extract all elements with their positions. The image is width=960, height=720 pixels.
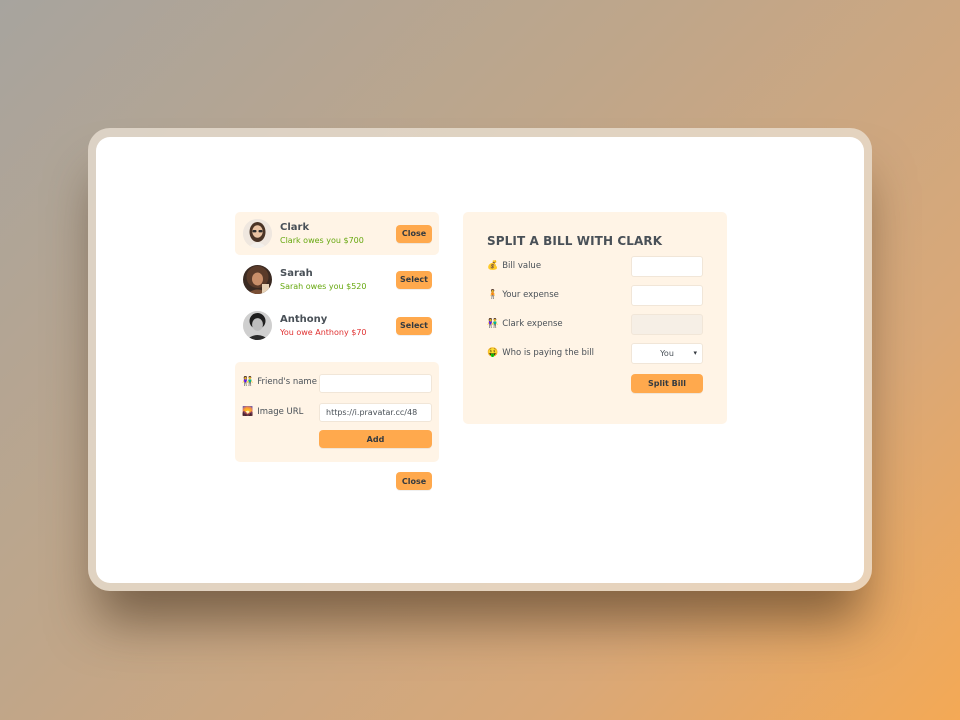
- sidebar: Clark Clark owes you $700 Close Sarah Sa…: [235, 212, 439, 490]
- friend-item-anthony[interactable]: Anthony You owe Anthony $70 Select: [235, 304, 439, 347]
- select-friend-button[interactable]: Select: [396, 270, 432, 289]
- payer-label: Who is paying the bill: [502, 348, 595, 358]
- chevron-down-icon: ▾: [693, 348, 697, 357]
- your-expense-label: Your expense: [502, 290, 559, 300]
- payer-selected-value: You: [660, 348, 674, 358]
- your-expense-input[interactable]: [631, 284, 703, 306]
- friend-name: Clark: [280, 222, 310, 234]
- bill-value-label: Bill value: [502, 261, 542, 271]
- landscape-icon: 🌄: [242, 406, 254, 417]
- money-face-icon: 🤑: [487, 348, 499, 358]
- avatar: [243, 311, 272, 340]
- add-friend-form: 👫 Friend's name 🌄 Image URL https://i.prav…: [235, 362, 439, 462]
- friend-balance: Sarah owes you $520: [280, 281, 367, 291]
- image-url-input[interactable]: https://i.pravatar.cc/48: [319, 403, 432, 422]
- bill-value-input[interactable]: [631, 255, 703, 277]
- friend-expense-label: Clark expense: [502, 319, 563, 329]
- close-form-button[interactable]: Close: [396, 472, 432, 490]
- split-bill-form: SPLIT A BILL WITH CLARK 💰 Bill value 🧍 You…: [463, 212, 727, 424]
- friend-item-sarah[interactable]: Sarah Sarah owes you $520 Select: [235, 258, 439, 301]
- friend-expense-input: [631, 313, 703, 335]
- friend-name: Anthony: [280, 314, 328, 326]
- friend-name: Sarah: [280, 268, 313, 280]
- close-friend-button[interactable]: Close: [396, 224, 432, 243]
- friend-balance: Clark owes you $700: [280, 235, 364, 245]
- money-bag-icon: 💰: [487, 261, 499, 271]
- friend-item-clark[interactable]: Clark Clark owes you $700 Close: [235, 212, 439, 255]
- person-icon: 🧍: [487, 290, 499, 300]
- friend-balance: You owe Anthony $70: [280, 327, 367, 337]
- avatar: [243, 265, 272, 294]
- select-friend-button[interactable]: Select: [396, 316, 432, 335]
- friend-name-label: Friend's name: [257, 377, 317, 388]
- add-friend-button[interactable]: Add: [319, 430, 432, 448]
- split-bill-button[interactable]: Split Bill: [631, 374, 703, 393]
- avatar: [243, 219, 272, 248]
- friends-icon: 👫: [487, 319, 499, 329]
- payer-select[interactable]: You ▾: [631, 342, 703, 364]
- friends-icon: 👫: [242, 377, 254, 388]
- friend-name-input[interactable]: [319, 373, 432, 393]
- image-url-label: Image URL: [257, 406, 304, 417]
- split-bill-title: SPLIT A BILL WITH CLARK: [487, 234, 663, 248]
